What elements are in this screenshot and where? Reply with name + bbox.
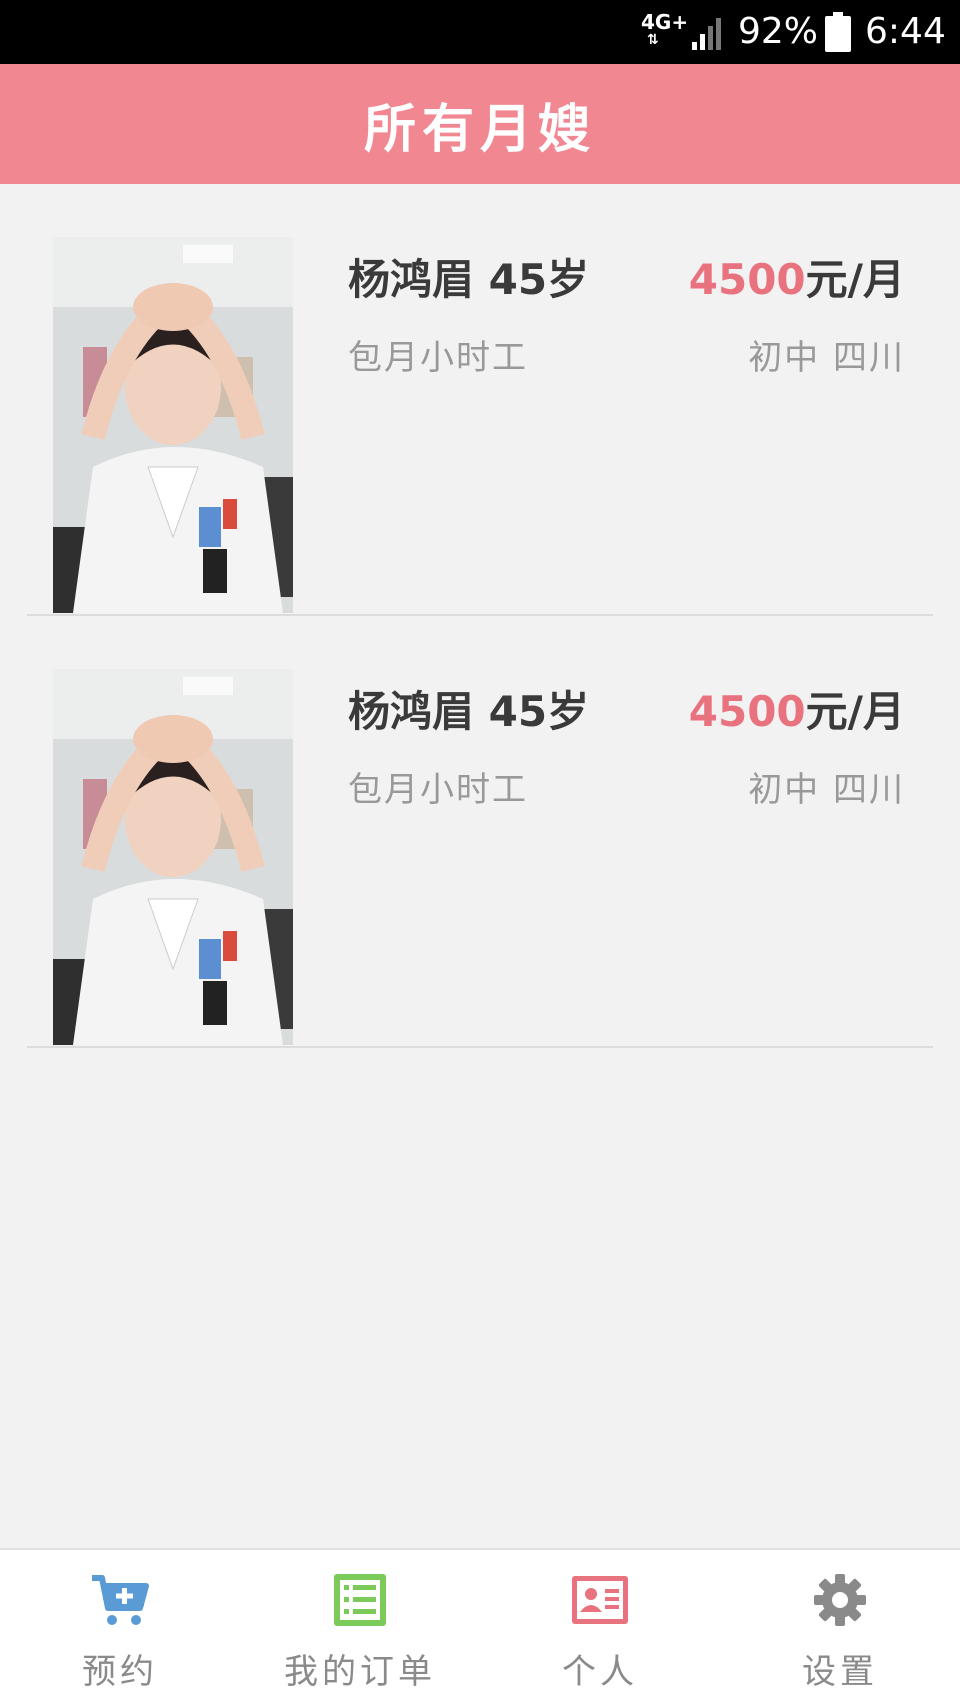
nav-label: 设置 xyxy=(802,1652,878,1692)
nav-item-my-orders[interactable]: 我的订单 xyxy=(240,1550,480,1706)
nav-item-profile[interactable]: 个人 xyxy=(480,1550,720,1706)
data-arrows-icon: ⇅ xyxy=(647,32,659,48)
price-unit: 元/月 xyxy=(805,687,905,736)
nanny-price: 4500元/月 xyxy=(689,246,905,307)
nav-item-booking[interactable]: 预约 xyxy=(0,1550,240,1706)
clock: 6:44 xyxy=(865,11,946,52)
nanny-card[interactable]: 杨鸿眉 45岁 4500元/月 包月小时工 初中 四川 xyxy=(0,616,960,1048)
nav-item-settings[interactable]: 设置 xyxy=(720,1550,960,1706)
page-title: 所有月嫂 xyxy=(363,99,596,160)
nav-label: 个人 xyxy=(562,1652,638,1692)
network-type: 4G+ xyxy=(641,10,689,34)
nanny-education-region: 初中 四川 xyxy=(748,338,905,378)
signal-icon xyxy=(692,18,721,50)
nanny-list: 杨鸿眉 45岁 4500元/月 包月小时工 初中 四川 杨鸿眉 45岁 4500… xyxy=(0,184,960,1048)
nanny-job-type: 包月小时工 xyxy=(348,770,528,810)
nav-label: 预约 xyxy=(82,1652,158,1692)
price-amount: 4500 xyxy=(688,255,806,304)
status-bar: 4G+ ⇅ 92% 6:44 xyxy=(0,0,960,64)
nanny-education-region: 初中 四川 xyxy=(748,770,905,810)
nanny-job-type: 包月小时工 xyxy=(348,338,528,378)
id-card-icon xyxy=(572,1576,628,1624)
gear-icon xyxy=(814,1574,866,1626)
battery-percent: 92% xyxy=(738,11,819,52)
screen: 4G+ ⇅ 92% 6:44 所有月嫂 杨鸿眉 45岁 4500元/月 包月小时… xyxy=(0,0,960,1706)
nanny-card[interactable]: 杨鸿眉 45岁 4500元/月 包月小时工 初中 四川 xyxy=(0,184,960,616)
nanny-name-age: 杨鸿眉 45岁 xyxy=(348,687,590,736)
network-indicator: 4G+ ⇅ xyxy=(641,12,688,52)
bottom-nav: 预约 我的订单 个人 设置 xyxy=(0,1548,960,1706)
nanny-price: 4500元/月 xyxy=(689,678,905,739)
list-icon xyxy=(334,1574,386,1626)
cart-add-icon xyxy=(92,1575,149,1625)
nanny-photo xyxy=(53,237,293,613)
price-amount: 4500 xyxy=(688,687,806,736)
price-unit: 元/月 xyxy=(805,255,905,304)
nav-label: 我的订单 xyxy=(284,1652,436,1692)
nanny-photo xyxy=(53,669,293,1045)
divider xyxy=(27,1046,933,1048)
battery-icon xyxy=(825,12,851,52)
nanny-name-age: 杨鸿眉 45岁 xyxy=(348,255,590,304)
app-header: 所有月嫂 xyxy=(0,64,960,184)
